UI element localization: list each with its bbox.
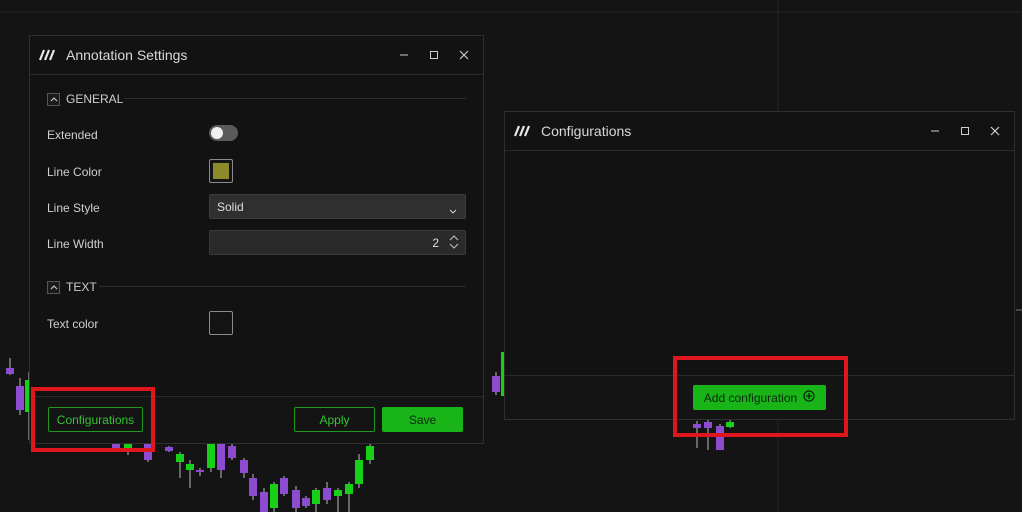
line-style-label: Line Style — [47, 201, 100, 215]
chevron-up-icon[interactable] — [47, 280, 60, 294]
candle-body — [334, 490, 342, 496]
configurations-title: Configurations — [541, 123, 632, 139]
configurations-titlebar[interactable]: Configurations — [505, 112, 1014, 151]
text-section-header[interactable]: TEXT — [47, 279, 97, 295]
minimize-icon[interactable] — [395, 46, 413, 64]
candle-body — [165, 447, 173, 451]
candle-body — [207, 440, 215, 468]
candle-body — [217, 442, 225, 470]
candle-body — [240, 460, 248, 473]
add-configuration-highlight — [673, 356, 848, 437]
annotation-settings-title: Annotation Settings — [66, 47, 188, 63]
maximize-icon[interactable] — [425, 46, 443, 64]
candle-body — [345, 484, 353, 494]
close-icon[interactable] — [455, 46, 473, 64]
line-width-value: 2 — [432, 236, 439, 250]
candle-body — [196, 470, 204, 472]
line-style-value: Solid — [217, 200, 244, 214]
candle-body — [176, 454, 184, 462]
maximize-icon[interactable] — [956, 122, 974, 140]
text-color-label: Text color — [47, 317, 99, 331]
candle-body — [249, 478, 257, 496]
annotation-settings-titlebar[interactable]: Annotation Settings — [30, 36, 483, 75]
toggle-knob — [211, 127, 223, 139]
candle-body — [228, 446, 236, 458]
line-width-label: Line Width — [47, 237, 104, 251]
section-divider — [99, 286, 466, 287]
line-style-select[interactable]: Solid — [209, 194, 466, 219]
spinner-arrows-icon[interactable] — [449, 234, 459, 255]
extended-label: Extended — [47, 128, 98, 142]
general-section-label: GENERAL — [66, 92, 124, 106]
save-button[interactable]: Save — [382, 407, 463, 432]
candle-body — [355, 460, 363, 484]
app-logo-icon — [513, 124, 533, 138]
line-color-label: Line Color — [47, 165, 102, 179]
candle-body — [366, 446, 374, 460]
annotation-settings-window: Annotation Settings GENERAL Extended Lin… — [29, 35, 484, 444]
line-color-fill — [213, 163, 229, 179]
section-divider — [124, 98, 466, 99]
apply-button[interactable]: Apply — [294, 407, 375, 432]
text-color-fill — [213, 315, 229, 331]
candle-body — [16, 386, 24, 410]
minimize-icon[interactable] — [926, 122, 944, 140]
candle-body — [6, 368, 14, 374]
line-width-stepper[interactable]: 2 — [209, 230, 466, 255]
candle-body — [186, 464, 194, 470]
candle-body — [492, 376, 500, 392]
extended-toggle[interactable] — [209, 125, 238, 141]
candle-body — [280, 478, 288, 494]
configurations-button-highlight — [31, 387, 155, 452]
general-section-header[interactable]: GENERAL — [47, 91, 123, 107]
candle-body — [312, 490, 320, 504]
chevron-down-icon — [449, 202, 457, 220]
text-color-swatch[interactable] — [209, 311, 233, 335]
candle-body — [323, 488, 331, 500]
candle-body — [270, 484, 278, 508]
close-icon[interactable] — [986, 122, 1004, 140]
app-logo-icon — [38, 48, 58, 62]
candle-body — [292, 490, 300, 508]
candle-body — [302, 498, 310, 506]
candle-body — [260, 492, 268, 512]
text-section-label: TEXT — [66, 280, 97, 294]
chevron-up-icon[interactable] — [47, 92, 60, 106]
line-color-swatch[interactable] — [209, 159, 233, 183]
